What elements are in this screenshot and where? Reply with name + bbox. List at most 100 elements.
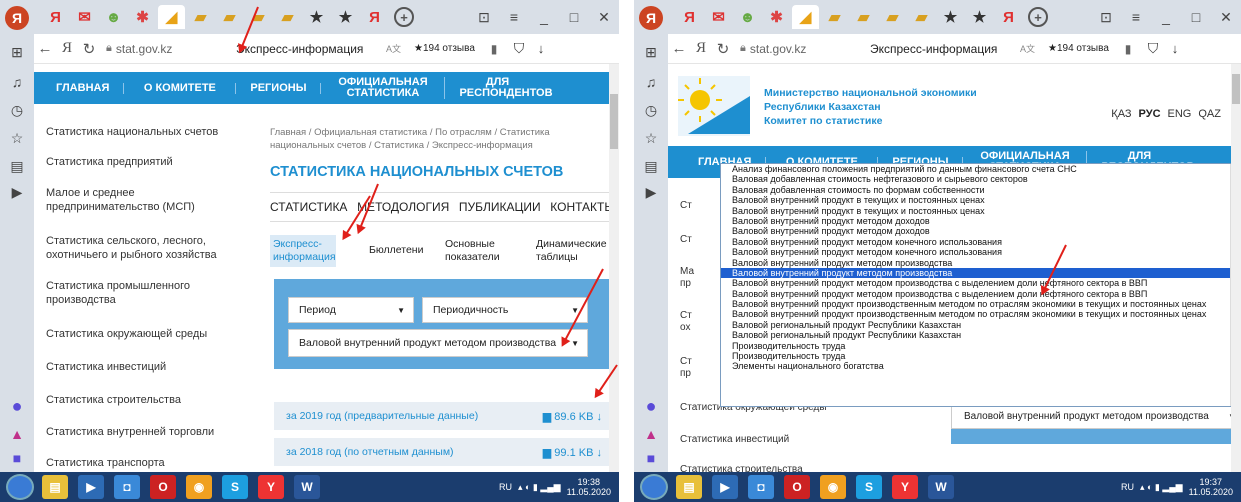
app-icon-2[interactable]: ■ (641, 448, 661, 468)
taskbar-app[interactable]: ◘ (114, 475, 140, 499)
dropdown-option[interactable]: Валовой внутренний продукт производствен… (721, 309, 1240, 319)
file-row[interactable]: за 2018 год (по отчетным данным) ▆ 99.1 … (274, 438, 610, 466)
tab-folder-2[interactable]: ▰ (850, 5, 877, 29)
menu-industry[interactable]: Статистика промышленного производства (46, 279, 206, 307)
back-icon[interactable]: ← (668, 40, 690, 57)
file-row[interactable]: за 2019 год (предварительные данные) ▆ 8… (274, 402, 610, 430)
menu-sme[interactable]: Малое и среднее предпринимательство (МСП… (46, 186, 216, 214)
tab-mail[interactable]: ✉ (71, 5, 98, 29)
page-scrollbar[interactable] (1231, 64, 1241, 472)
tab-yandex[interactable]: Я (676, 5, 703, 29)
taskbar-media[interactable]: ▶ (78, 475, 104, 499)
scroll-thumb[interactable] (1232, 74, 1240, 104)
reload-icon[interactable]: ↻ (78, 40, 100, 58)
dropdown-option[interactable]: Валовой внутренний продукт методом произ… (721, 278, 1240, 288)
committee-logo[interactable] (678, 76, 750, 136)
clock-icon[interactable]: ◷ (641, 100, 661, 120)
menu-investments[interactable]: Статистика инвестиций (680, 434, 900, 445)
notes-icon[interactable]: ▤ (7, 156, 27, 176)
dropdown-option[interactable]: Валовой внутренний продукт методом конеч… (721, 247, 1240, 257)
taskbar-word[interactable]: W (294, 475, 320, 499)
indicator-select[interactable]: Валовой внутренний продукт методом произ… (288, 329, 588, 357)
taskbar-explorer[interactable]: ▤ (42, 475, 68, 499)
taskbar-yandex[interactable]: Y (892, 475, 918, 499)
grid-icon[interactable]: ⊞ (641, 42, 661, 62)
tabs-icon[interactable]: ⊡ (1091, 9, 1121, 26)
dropdown-option[interactable]: Валовая добавленная стоимость по формам … (721, 185, 1240, 195)
taskbar-word[interactable]: W (928, 475, 954, 499)
nav-about[interactable]: О КОМИТЕТЕ (124, 82, 237, 94)
tab-yandex-2[interactable]: Я (995, 5, 1022, 29)
star-icon[interactable]: ☆ (7, 128, 27, 148)
tab-stat-active[interactable]: ◢ (158, 5, 185, 29)
reviews-link[interactable]: ★194 отзыва (1048, 43, 1116, 54)
taskbar-chrome[interactable]: ◉ (186, 475, 212, 499)
minimize-button[interactable]: _ (529, 9, 559, 25)
indicator-select[interactable]: Валовой внутренний продукт методом произ… (951, 405, 1241, 429)
taskbar-opera[interactable]: O (150, 475, 176, 499)
file-link[interactable]: за 2018 год (по отчетным данным) (286, 446, 454, 458)
notes-icon[interactable]: ▤ (641, 156, 661, 176)
reviews-link[interactable]: ★194 отзыва (414, 43, 482, 54)
tab-mail[interactable]: ✉ (705, 5, 732, 29)
menu-agriculture[interactable]: Статистика сельского, лесного, охотничье… (46, 234, 221, 262)
tab-game[interactable]: ☻ (734, 5, 761, 29)
protect-icon[interactable]: ⛉ (1140, 40, 1166, 57)
periodicity-select[interactable]: Периодичность ▼ (422, 297, 588, 323)
start-button[interactable] (640, 474, 668, 500)
menu-enterprises[interactable]: Статистика предприятий (46, 155, 236, 169)
url-field[interactable]: 🔒︎ stat.gov.kz (106, 42, 206, 56)
scroll-thumb[interactable] (610, 94, 618, 149)
tray-icons[interactable]: ▴ ◐ ▮ ▂▄▆ (518, 482, 561, 493)
language-indicator[interactable]: RU (1121, 482, 1134, 492)
lang-kaz[interactable]: ҚАЗ (1111, 108, 1131, 120)
lang-eng[interactable]: ENG (1168, 108, 1192, 120)
tab-yandex[interactable]: Я (42, 5, 69, 29)
tray-icons[interactable]: ▴ ◐ ▮ ▂▄▆ (1140, 482, 1183, 493)
tab-contacts[interactable]: КОНТАКТЫ (550, 200, 615, 214)
alice-icon[interactable]: ● (7, 396, 27, 416)
tab-folder-4[interactable]: ▰ (274, 5, 301, 29)
tab-folder-1[interactable]: ▰ (187, 5, 214, 29)
tab-game[interactable]: ☻ (100, 5, 127, 29)
close-button[interactable]: ✕ (1211, 9, 1241, 26)
menu-construction[interactable]: Статистика строительства (46, 393, 236, 407)
alice-icon[interactable]: ● (641, 396, 661, 416)
tab-folder-1[interactable]: ▰ (821, 5, 848, 29)
yandex-home-icon[interactable]: Я (690, 40, 712, 57)
tab-maps[interactable]: ✱ (129, 5, 156, 29)
taskbar-skype[interactable]: S (856, 475, 882, 499)
tab-star-1[interactable]: ★ (937, 5, 964, 29)
nav-regions[interactable]: РЕГИОНЫ (236, 82, 322, 94)
app-icon-2[interactable]: ■ (7, 448, 27, 468)
tab-star-2[interactable]: ★ (966, 5, 993, 29)
file-link[interactable]: за 2019 год (предварительные данные) (286, 410, 478, 422)
menu-national-accounts[interactable]: Статистика национальных счетов (46, 125, 236, 139)
dropdown-option[interactable]: Валовой внутренний продукт производствен… (721, 299, 1240, 309)
breadcrumb[interactable]: Главная / Официальная статистика / По от… (270, 126, 600, 152)
tab-folder-4[interactable]: ▰ (908, 5, 935, 29)
new-tab-button[interactable]: + (1028, 7, 1048, 27)
bookmark-icon[interactable]: ▮ (482, 42, 506, 56)
dropdown-option[interactable]: Валовой региональный продукт Республики … (721, 330, 1240, 340)
menu-icon[interactable]: ≡ (1121, 9, 1151, 25)
menu-transport[interactable]: Статистика транспорта (46, 456, 236, 470)
tab-stat-active[interactable]: ◢ (792, 5, 819, 29)
file-size[interactable]: ▆ 99.1 KB ↓ (543, 446, 602, 459)
menu-investments[interactable]: Статистика инвестиций (46, 360, 236, 374)
nav-official-stats[interactable]: ОФИЦИАЛЬНАЯ СТАТИСТИКА (321, 77, 446, 99)
tab-yandex-2[interactable]: Я (361, 5, 388, 29)
download-icon[interactable]: ↓ (1166, 41, 1184, 56)
indicator-dropdown-list[interactable]: Анализ финансового положения предприятий… (720, 163, 1241, 407)
dropdown-option[interactable]: Элементы национального богатства (721, 361, 1240, 371)
translate-icon[interactable]: A文 (1020, 42, 1048, 55)
subtab-main-indicators[interactable]: Основные показатели (445, 238, 509, 264)
taskbar-skype[interactable]: S (222, 475, 248, 499)
grid-icon[interactable]: ⊞ (7, 42, 27, 62)
menu-construction[interactable]: Статистика строительства (680, 464, 900, 472)
dropdown-option[interactable]: Производительность труда (721, 341, 1240, 351)
yandex-logo-icon[interactable]: Я (639, 6, 663, 30)
subtab-express[interactable]: Экспресс-информация (270, 235, 336, 267)
tab-maps[interactable]: ✱ (763, 5, 790, 29)
nav-respondents[interactable]: ДЛЯ РЕСПОНДЕНТОВ (445, 77, 552, 99)
